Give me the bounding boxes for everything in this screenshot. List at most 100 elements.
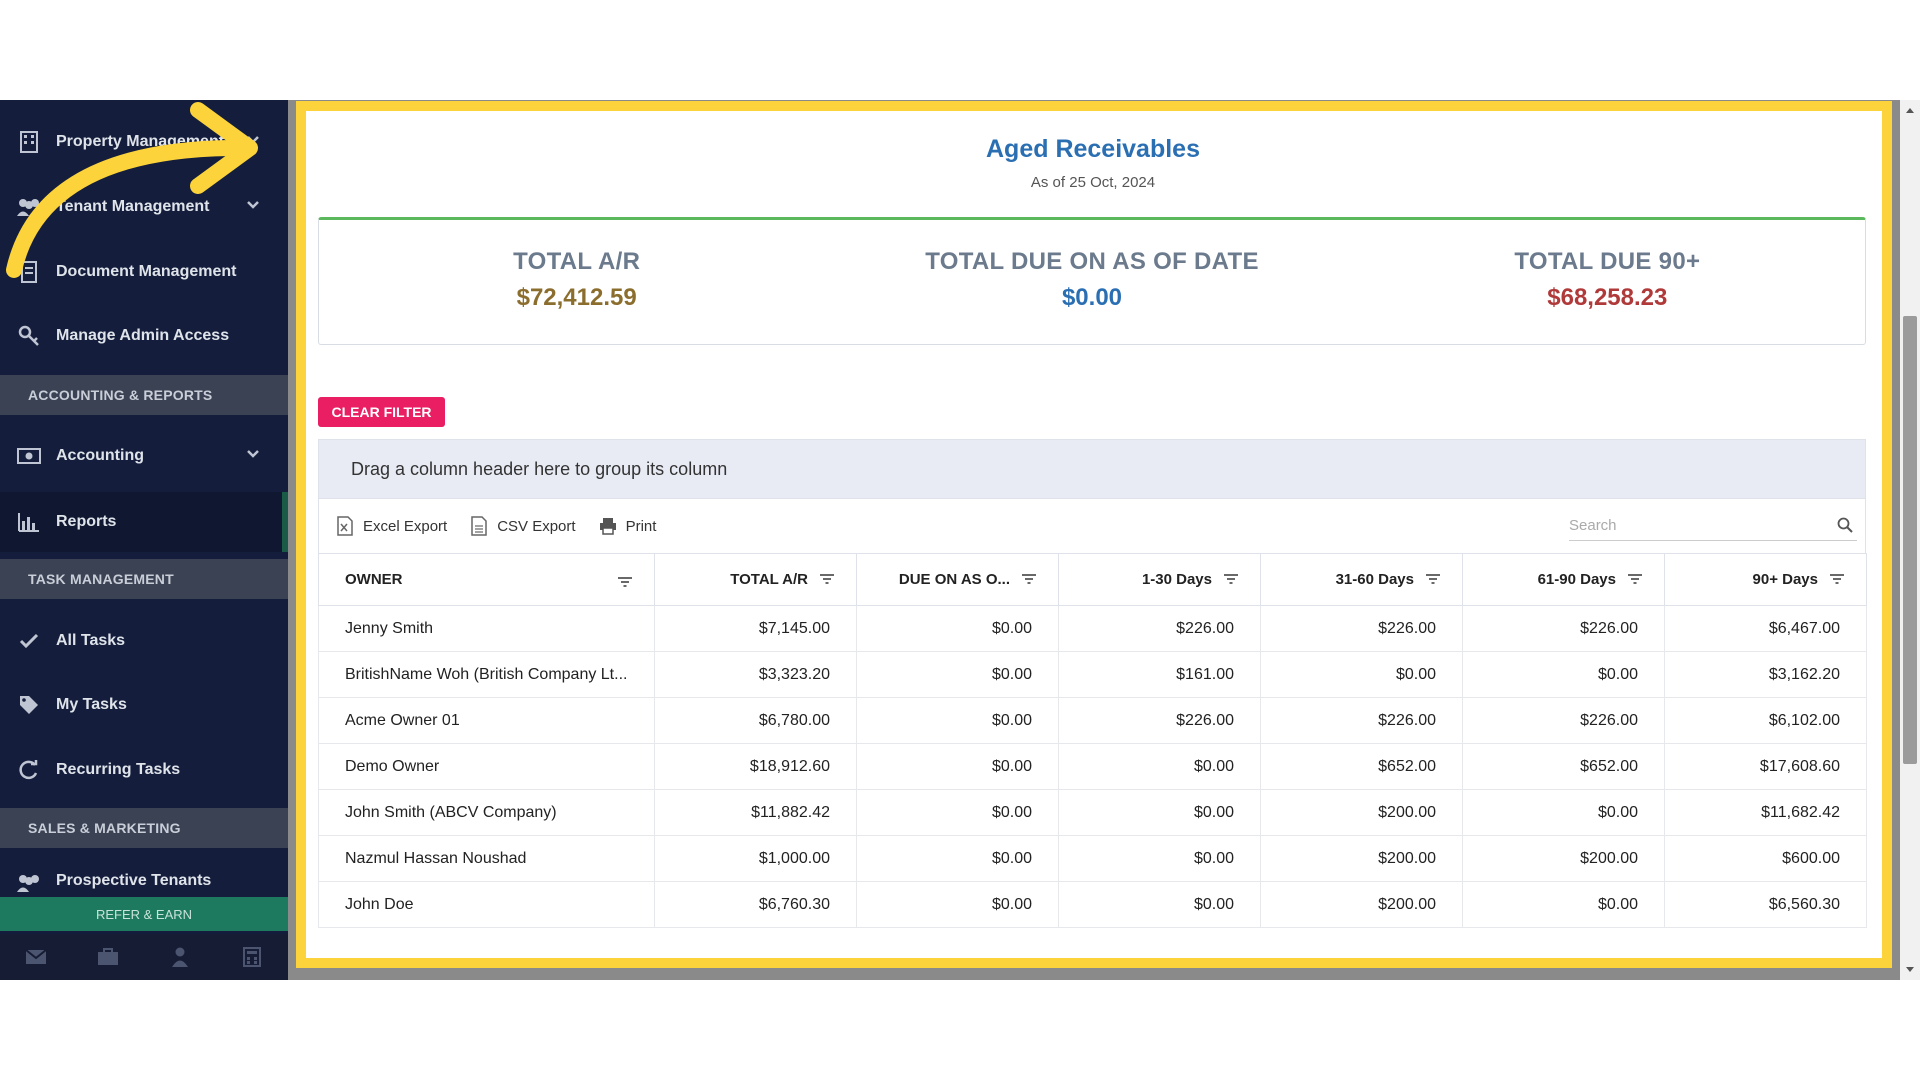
amount-cell: $0.00 <box>1058 881 1261 928</box>
filter-icon[interactable] <box>1628 571 1642 588</box>
clear-filter-button[interactable]: CLEAR FILTER <box>318 397 445 427</box>
scrollbar-thumb[interactable] <box>1903 316 1917 764</box>
column-header[interactable]: 90+ Days <box>1664 553 1867 606</box>
table-row[interactable]: Jenny Smith $7,145.00 $0.00 $226.00 $226.00 $… <box>318 605 1867 652</box>
sidebar-item-my-tasks[interactable]: My Tasks <box>0 675 288 735</box>
amount-cell: $0.00 <box>1260 651 1463 698</box>
amount-cell: $11,682.42 <box>1664 789 1867 836</box>
table-row[interactable]: John Smith (ABCV Company) $11,882.42 $0.00… <box>318 789 1867 836</box>
amount-cell: $7,145.00 <box>654 605 857 652</box>
search-icon[interactable] <box>1837 517 1853 537</box>
filter-icon[interactable] <box>618 574 632 591</box>
owner-cell: John Smith (ABCV Company) <box>318 789 655 836</box>
sidebar-item-label: Tenant Management <box>56 198 210 215</box>
chevron-down-icon <box>246 132 260 150</box>
csv-export-button[interactable]: CSV Export <box>469 516 576 536</box>
sidebar-item-manage-admin-access[interactable]: Manage Admin Access <box>0 306 288 366</box>
amount-cell: $0.00 <box>856 789 1059 836</box>
page-scrollbar[interactable] <box>1900 100 1920 980</box>
grid-header-row: OWNER TOTAL A/R DUE ON AS O... 1-30 Days 31-… <box>318 553 1867 606</box>
aged-receivables-grid: OWNER TOTAL A/R DUE ON AS O... 1-30 Days 31-… <box>318 553 1867 928</box>
excel-export-button[interactable]: Excel Export <box>335 516 447 536</box>
group-by-panel[interactable]: Drag a column header here to group its c… <box>318 439 1866 499</box>
filter-icon[interactable] <box>1426 571 1440 588</box>
table-row[interactable]: BritishName Woh (British Company Lt... $3… <box>318 651 1867 698</box>
money-icon <box>16 445 42 467</box>
owner-cell: Nazmul Hassan Noushad <box>318 835 655 882</box>
amount-cell: $3,162.20 <box>1664 651 1867 698</box>
scroll-up-icon <box>1906 108 1914 113</box>
sidebar-item-reports[interactable]: Reports <box>0 492 288 552</box>
filter-icon[interactable] <box>1224 571 1238 588</box>
sidebar-item-label: Document Management <box>56 263 237 280</box>
report-content: Aged Receivables As of 25 Oct, 2024 TOTA… <box>318 111 1868 958</box>
summary-label: TOTAL A/R <box>513 248 641 275</box>
sidebar-item-accounting[interactable]: Accounting <box>0 426 288 486</box>
column-header[interactable]: DUE ON AS O... <box>856 553 1059 606</box>
table-row[interactable]: Nazmul Hassan Noushad $1,000.00 $0.00 $0.00… <box>318 835 1867 882</box>
report-highlight-frame: Aged Receivables As of 25 Oct, 2024 TOTA… <box>296 101 1892 968</box>
amount-cell: $6,760.30 <box>654 881 857 928</box>
key-icon <box>16 325 42 347</box>
amount-cell: $0.00 <box>856 743 1059 790</box>
amount-cell: $6,560.30 <box>1664 881 1867 928</box>
amount-cell: $0.00 <box>856 881 1059 928</box>
sidebar-item-all-tasks[interactable]: All Tasks <box>0 611 288 671</box>
filter-icon[interactable] <box>1022 571 1036 588</box>
amount-cell: $226.00 <box>1260 605 1463 652</box>
sidebar-item-prospective-tenants[interactable]: Prospective Tenants <box>0 856 288 896</box>
table-row[interactable]: Demo Owner $18,912.60 $0.00 $0.00 $652.00 $65… <box>318 743 1867 790</box>
mail-icon[interactable] <box>21 942 51 972</box>
excel-file-icon <box>335 516 355 536</box>
amount-cell: $11,882.42 <box>654 789 857 836</box>
column-header[interactable]: OWNER <box>318 553 655 606</box>
chevron-down-icon <box>246 446 260 464</box>
sidebar-item-property-management[interactable]: Property Management <box>0 112 288 172</box>
check-icon <box>16 630 42 652</box>
section-header-accounting-reports: ACCOUNTING & REPORTS <box>0 375 288 415</box>
amount-cell: $226.00 <box>1462 697 1665 744</box>
amount-cell: $17,608.60 <box>1664 743 1867 790</box>
user-icon[interactable] <box>165 942 195 972</box>
excel-export-label: Excel Export <box>363 517 448 535</box>
print-button[interactable]: Print <box>598 516 657 536</box>
amount-cell: $0.00 <box>1058 835 1261 882</box>
amount-cell: $226.00 <box>1058 697 1261 744</box>
report-date: As of 25 Oct, 2024 <box>1030 174 1156 191</box>
sidebar: Property Management Tenant Management Do… <box>0 100 288 980</box>
csv-file-icon <box>469 516 489 536</box>
sidebar-item-tenant-management[interactable]: Tenant Management <box>0 177 288 237</box>
sidebar-item-recurring-tasks[interactable]: Recurring Tasks <box>0 740 288 800</box>
amount-cell: $226.00 <box>1058 605 1261 652</box>
users-icon <box>16 196 42 218</box>
page-title: Aged Receivables <box>986 135 1200 163</box>
column-header[interactable]: 31-60 Days <box>1260 553 1463 606</box>
search-input[interactable] <box>1569 517 1819 534</box>
briefcase-icon[interactable] <box>93 942 123 972</box>
calculator-icon[interactable] <box>237 942 267 972</box>
column-header-label: 31-60 Days <box>1335 571 1414 589</box>
table-row[interactable]: John Doe $6,760.30 $0.00 $0.00 $200.00 $0.00 $… <box>318 881 1867 928</box>
bar-chart-icon <box>16 511 42 533</box>
column-header[interactable]: 61-90 Days <box>1462 553 1665 606</box>
amount-cell: $18,912.60 <box>654 743 857 790</box>
amount-cell: $200.00 <box>1260 789 1463 836</box>
summary-total-ar: TOTAL A/R $72,412.59 <box>319 220 834 344</box>
column-header-label: 61-90 Days <box>1537 571 1616 589</box>
filter-icon[interactable] <box>1830 571 1844 588</box>
filter-icon[interactable] <box>820 571 834 588</box>
amount-cell: $200.00 <box>1260 881 1463 928</box>
sidebar-item-label: My Tasks <box>56 696 127 713</box>
column-header[interactable]: TOTAL A/R <box>654 553 857 606</box>
sidebar-item-label: Recurring Tasks <box>56 761 181 778</box>
column-header[interactable]: 1-30 Days <box>1058 553 1261 606</box>
amount-cell: $0.00 <box>1462 789 1665 836</box>
print-label: Print <box>625 517 657 535</box>
refer-earn-button[interactable]: REFER & EARN <box>0 897 288 931</box>
table-row[interactable]: Acme Owner 01 $6,780.00 $0.00 $226.00 $226.0… <box>318 697 1867 744</box>
amount-cell: $652.00 <box>1260 743 1463 790</box>
sidebar-item-document-management[interactable]: Document Management <box>0 242 288 302</box>
amount-cell: $0.00 <box>1462 881 1665 928</box>
sidebar-item-label: Accounting <box>56 447 144 464</box>
owner-cell: Acme Owner 01 <box>318 697 655 744</box>
